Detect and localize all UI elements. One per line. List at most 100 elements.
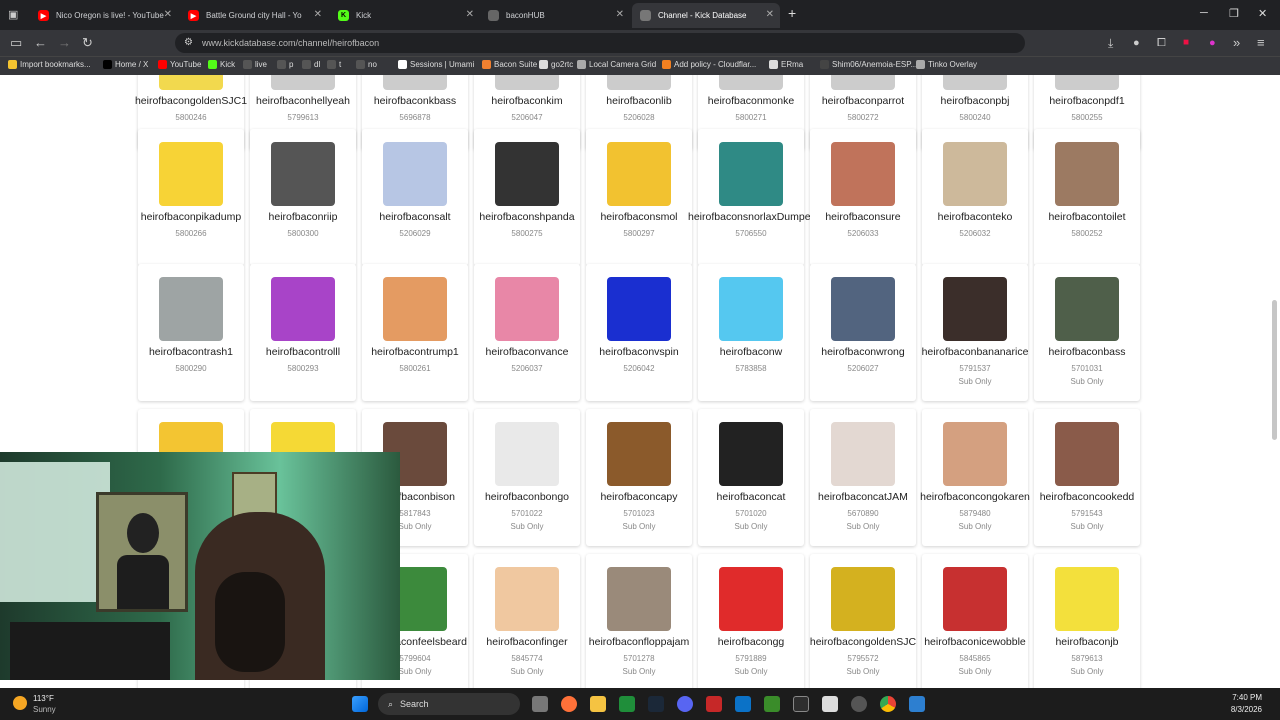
chevrons-icon[interactable]: » [1233,35,1240,51]
bookmark-item[interactable]: Local Camera Grid [577,60,656,69]
emote-card[interactable]: heirofbacontrump1 5800261 [362,264,468,401]
tab-kick-database[interactable]: Channel - Kick Database ✕ [632,3,780,28]
menu-icon[interactable]: ≡ [1257,35,1265,51]
download-icon[interactable]: ⤓ [1108,35,1113,51]
bookmark-item[interactable]: Kick [208,60,235,69]
emote-card[interactable]: heirofbaconfloppajam 5701278 Sub Only [586,554,692,688]
emote-card[interactable]: heirofbacongg 5791889 Sub Only [698,554,804,688]
notepad-icon[interactable] [822,696,838,712]
chrome-icon[interactable] [880,696,896,712]
emote-card[interactable]: heirofbaconw 5783858 [698,264,804,401]
bookmark-item[interactable]: Shim06/Anemoia-ESP... [820,60,917,69]
emote-card[interactable]: heirofbaconbananarice 5791537 Sub Only [922,264,1028,401]
notes-app-icon[interactable] [909,696,925,712]
emote-card[interactable]: heirofbacontoilet 5800252 [1034,129,1140,266]
close-tab-icon[interactable]: ✕ [766,9,774,20]
obs-icon[interactable] [851,696,867,712]
profile-icon[interactable]: ● [1209,35,1216,51]
bookmark-item[interactable]: Add policy - Cloudflar... [662,60,756,69]
bookmark-label: Local Camera Grid [589,60,657,69]
back-icon[interactable]: ← [34,35,47,51]
new-tab-button[interactable]: + [788,5,796,21]
emote-card[interactable]: heirofbacongoldenSJC 5795572 Sub Only [810,554,916,688]
bookmark-item[interactable]: p [277,60,293,69]
tab-baconhub[interactable]: baconHUB ✕ [480,3,630,28]
emote-card[interactable]: heirofbaconcatJAM 5670890 Sub Only [810,409,916,546]
tab-kick[interactable]: K Kick ✕ [330,3,480,28]
emote-card[interactable]: heirofbaconshpanda 5800275 [474,129,580,266]
tab-youtube-nico[interactable]: ▶ Nico Oregon is live! - YouTube ✕ [30,3,178,28]
emote-card[interactable]: heirofbaconicewobble 5845865 Sub Only [922,554,1028,688]
emote-card[interactable]: heirofbacontrash1 5800290 [138,264,244,401]
close-tab-icon[interactable]: ✕ [314,9,322,20]
bookmark-item[interactable]: Home / X [103,60,148,69]
emote-card[interactable]: heirofbacontrolll 5800293 [250,264,356,401]
emote-card[interactable]: heirofbaconwrong 5206027 [810,264,916,401]
bookmark-item[interactable]: t [327,60,341,69]
streamer [195,512,325,680]
emote-card[interactable]: heirofbaconsalt 5206029 [362,129,468,266]
bookmark-item[interactable]: Bacon Suite [482,60,537,69]
windows-start-icon[interactable] [352,696,368,712]
steam-icon[interactable] [648,696,664,712]
extension-icon[interactable]: ● [1133,35,1140,51]
terminal-icon[interactable] [793,696,809,712]
emote-card[interactable]: heirofbaconcat 5701020 Sub Only [698,409,804,546]
file-explorer-icon[interactable] [590,696,606,712]
emote-card[interactable]: heirofbaconcookedd 5791543 Sub Only [1034,409,1140,546]
vscode-icon[interactable] [735,696,751,712]
emote-card[interactable]: heirofbaconpikadump 5800266 [138,129,244,266]
xbox-icon[interactable] [619,696,635,712]
restore-button[interactable]: ❐ [1229,7,1239,20]
emote-card[interactable]: heirofbaconvance 5206037 [474,264,580,401]
close-tab-icon[interactable]: ✕ [616,9,624,20]
bookmark-item[interactable]: go2rtc [539,60,573,69]
extension-red-icon[interactable]: ■ [1183,35,1189,51]
bookmark-item[interactable]: no [356,60,377,69]
emote-card[interactable]: heirofbaconfinger 5845774 Sub Only [474,554,580,688]
forward-icon[interactable]: → [58,35,71,51]
weather-condition[interactable]: Sunny [33,705,56,714]
bookmark-item[interactable]: Tinko Overlay [916,60,977,69]
clock-date[interactable]: 8/3/2026 [1212,705,1262,714]
emote-image [383,75,447,90]
sub-only-badge: Sub Only [1070,522,1104,531]
reload-icon[interactable]: ↻ [82,35,93,51]
emote-card[interactable]: heirofbaconbass 5701031 Sub Only [1034,264,1140,401]
task-view-icon[interactable] [532,696,548,712]
minimize-button[interactable]: ─ [1200,7,1208,19]
close-tab-icon[interactable]: ✕ [466,9,474,20]
bookmark-item[interactable]: YouTube [158,60,201,69]
emote-card[interactable]: heirofbaconsure 5206033 [810,129,916,266]
clock-time[interactable]: 7:40 PM [1222,693,1262,702]
close-tab-icon[interactable]: ✕ [164,9,172,20]
red-app-icon[interactable] [706,696,722,712]
site-info-icon[interactable]: ⚙ [184,37,193,48]
emote-card[interactable]: heirofbaconjb 5879613 Sub Only [1034,554,1140,688]
page-scrollbar[interactable] [1272,300,1277,440]
emote-card[interactable]: heirofbaconcongokaren 5879480 Sub Only [920,409,1030,546]
sidebar-icon[interactable]: ▭ [10,35,22,51]
emote-card[interactable]: heirofbaconcapy 5701023 Sub Only [586,409,692,546]
address-bar[interactable]: ⚙ www.kickdatabase.com/channel/heirofbac… [175,33,1025,53]
emote-card[interactable]: heirofbaconsnorlaxDumper 5706550 [688,129,814,266]
bookmark-item[interactable]: Import bookmarks... [8,60,91,69]
bookmark-item[interactable]: live [243,60,267,69]
firefox-icon[interactable] [561,696,577,712]
emote-card[interactable]: heirofbaconvspin 5206042 [586,264,692,401]
taskbar-search[interactable]: ⌕ Search [378,693,520,715]
tab-actions-icon[interactable]: ▣ [8,7,18,23]
emote-card[interactable]: heirofbaconsmol 5800297 [586,129,692,266]
bookmark-item[interactable]: Sessions | Umami [398,60,474,69]
discord-icon[interactable] [677,696,693,712]
close-window-button[interactable]: ✕ [1258,7,1267,20]
bookmark-item[interactable]: ERma [769,60,803,69]
puzzle-icon[interactable]: ⧠ [1157,35,1166,51]
green-app-icon[interactable] [764,696,780,712]
weather-temp[interactable]: 113°F [33,694,54,703]
emote-card[interactable]: heirofbaconriip 5800300 [250,129,356,266]
tab-youtube-cityhall[interactable]: ▶ Battle Ground city Hall - Yo ✕ [180,3,328,28]
bookmark-item[interactable]: dl [302,60,320,69]
emote-card[interactable]: heirofbaconteko 5206032 [922,129,1028,266]
emote-card[interactable]: heirofbaconbongo 5701022 Sub Only [474,409,580,546]
